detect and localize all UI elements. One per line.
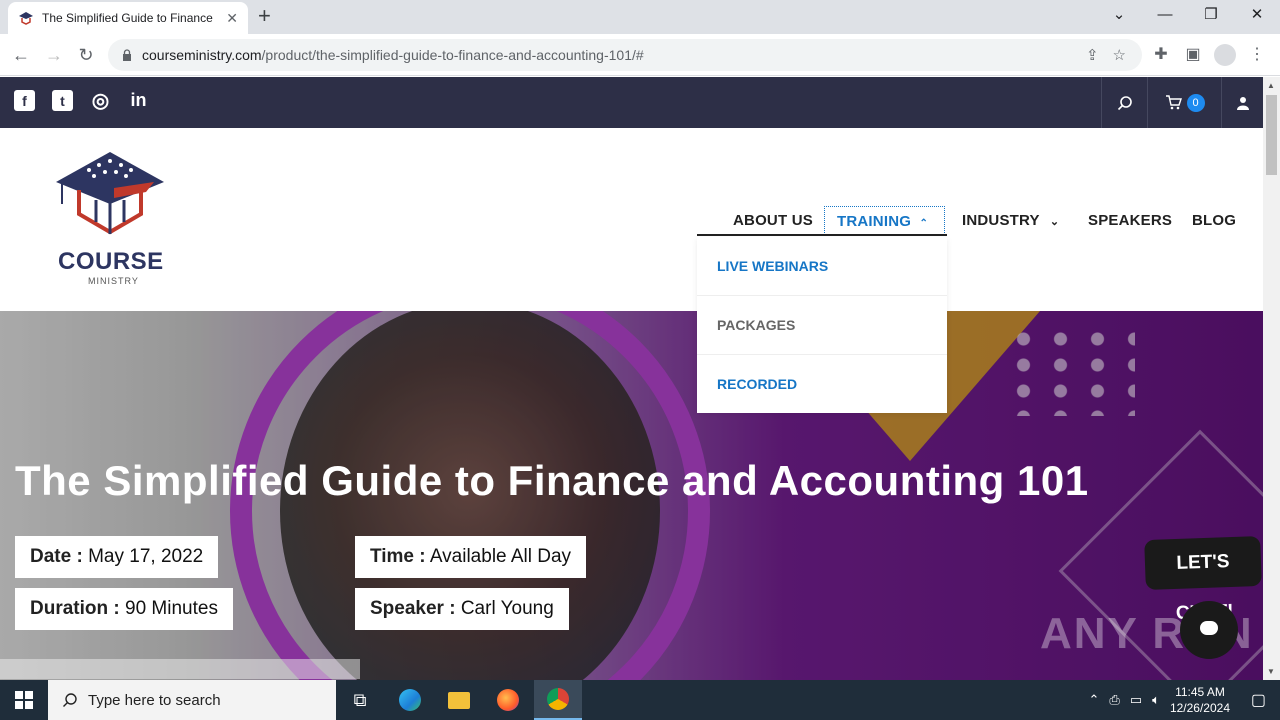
volume-icon[interactable]: 🔈︎	[1152, 692, 1160, 708]
minimize-button[interactable]: —	[1142, 0, 1188, 34]
restore-button[interactable]: ❐	[1188, 0, 1234, 34]
duration-chip: Duration : 90 Minutes	[15, 588, 233, 630]
site-favicon-icon	[19, 12, 33, 25]
display-icon[interactable]: ▭	[1130, 692, 1142, 708]
share-icon[interactable]: ⇪	[1086, 46, 1099, 64]
cart-button[interactable]: 0	[1147, 77, 1221, 128]
clock-date: 12/26/2024	[1169, 701, 1230, 715]
nav-training[interactable]: TRAINING ⌃	[824, 206, 945, 235]
site-top-bar: f t ◎ in 0	[0, 77, 1263, 128]
forward-button[interactable]: →	[41, 42, 67, 68]
reload-button[interactable]: ↻	[73, 42, 99, 68]
chrome-icon[interactable]	[534, 680, 582, 720]
chevron-down-icon: ⌄	[1049, 216, 1060, 228]
course-ministry-logo[interactable]	[54, 152, 166, 247]
url-host: courseministry.com	[142, 47, 262, 63]
nav-training-label: TRAINING	[837, 213, 912, 230]
firefox-icon[interactable]	[484, 680, 532, 720]
dropdown-top-border	[697, 234, 947, 236]
extensions-icon[interactable]: ✚	[1150, 42, 1172, 75]
scroll-up-icon[interactable]: ▲	[1267, 81, 1275, 90]
nav-industry[interactable]: INDUSTRY ⌄	[962, 206, 1059, 235]
page-scrollbar[interactable]: ▲ ▼	[1263, 77, 1280, 680]
start-button[interactable]	[0, 680, 48, 720]
account-icon[interactable]	[1221, 77, 1263, 128]
speaker-chip: Speaker : Carl Young	[355, 588, 569, 630]
date-chip: Date : May 17, 2022	[15, 536, 219, 578]
date-label: Date :	[30, 546, 83, 567]
lets-chat-bubble[interactable]: LET'S CHAT!	[1144, 535, 1262, 624]
tray-chevron-icon[interactable]: ⌃	[1089, 692, 1100, 708]
chat-launcher-button[interactable]	[1180, 601, 1238, 659]
new-tab-button[interactable]: +	[258, 5, 271, 27]
cart-icon	[1165, 95, 1182, 110]
url-path: /product/the-simplified-guide-to-finance…	[261, 47, 644, 63]
browser-tab-bar: The Simplified Guide to Finance ✕ + ⌄ — …	[0, 0, 1280, 34]
site-search-icon[interactable]	[1101, 77, 1147, 128]
training-dropdown: LIVE WEBINARS PACKAGES RECORDED	[697, 237, 947, 413]
windows-logo-icon	[15, 691, 33, 709]
date-value: May 17, 2022	[88, 546, 204, 567]
link-status-bar	[0, 659, 360, 679]
nav-about-us[interactable]: ABOUT US	[733, 206, 813, 235]
file-explorer-icon[interactable]	[435, 680, 483, 720]
dropdown-recorded[interactable]: RECORDED	[697, 355, 947, 414]
duration-value: 90 Minutes	[125, 598, 218, 619]
taskbar-search[interactable]: Type here to search	[48, 680, 336, 720]
tab-search-icon[interactable]: ⌄	[1096, 0, 1142, 34]
scrollbar-thumb[interactable]	[1266, 95, 1277, 175]
logo-text: COURSE	[58, 248, 164, 275]
windows-taskbar: Type here to search ⧉ ⌃ ⎙ ▭ 🔈︎ 11:45 AM …	[0, 680, 1280, 720]
browser-tab[interactable]: The Simplified Guide to Finance ✕	[8, 2, 248, 34]
clock-time: 11:45 AM	[1175, 685, 1225, 699]
nav-blog[interactable]: BLOG	[1192, 206, 1236, 235]
speaker-value: Carl Young	[460, 598, 554, 619]
back-button[interactable]: ←	[8, 42, 34, 68]
nav-speakers[interactable]: SPEAKERS	[1088, 206, 1172, 235]
social-links: f t ◎ in	[14, 90, 149, 112]
address-bar[interactable]: courseministry.com/product/the-simplifie…	[108, 39, 1142, 71]
side-panel-icon[interactable]: ▣	[1182, 42, 1204, 75]
scroll-down-icon[interactable]: ▼	[1267, 667, 1275, 676]
logo-subtext: MINISTRY	[88, 276, 139, 286]
cart-count-badge: 0	[1186, 93, 1205, 112]
speaker-label: Speaker :	[370, 598, 456, 619]
edge-icon[interactable]	[386, 680, 434, 720]
browser-toolbar: ← → ↻ courseministry.com/product/the-sim…	[0, 34, 1280, 76]
profile-avatar-icon[interactable]	[1214, 42, 1236, 75]
duration-label: Duration :	[30, 598, 120, 619]
lock-icon	[123, 49, 131, 61]
tab-title: The Simplified Guide to Finance	[42, 11, 213, 25]
instagram-icon[interactable]: ◎	[90, 90, 111, 112]
nav-industry-label: INDUSTRY	[962, 212, 1040, 229]
close-window-button[interactable]: ✕	[1234, 0, 1280, 34]
menu-kebab-icon[interactable]: ⋮	[1246, 42, 1268, 75]
linkedin-icon[interactable]: in	[128, 90, 149, 111]
hero-banner: The Simplified Guide to Finance and Acco…	[0, 311, 1263, 680]
system-tray: ⌃ ⎙ ▭ 🔈︎ 11:45 AM 12/26/2024	[1089, 680, 1230, 720]
dropdown-live-webinars[interactable]: LIVE WEBINARS	[697, 237, 947, 296]
dropdown-packages[interactable]: PACKAGES	[697, 296, 947, 355]
facebook-icon[interactable]: f	[14, 90, 35, 111]
time-label: Time :	[370, 546, 426, 567]
search-icon	[63, 693, 77, 707]
task-view-icon[interactable]: ⧉	[336, 680, 384, 720]
time-value: Available All Day	[429, 546, 572, 567]
notification-icon[interactable]: ▢	[1251, 690, 1266, 710]
network-icon[interactable]: ⎙	[1109, 692, 1119, 708]
course-title: The Simplified Guide to Finance and Acco…	[15, 457, 1089, 504]
window-controls: ⌄ — ❐ ✕	[1096, 0, 1280, 34]
twitter-icon[interactable]: t	[52, 90, 73, 111]
taskbar-clock[interactable]: 11:45 AM 12/26/2024	[1170, 684, 1230, 716]
time-chip: Time : Available All Day	[355, 536, 587, 578]
site-header: COURSE MINISTRY ABOUT US TRAINING ⌃ INDU…	[0, 128, 1263, 311]
chevron-up-icon: ⌃	[919, 218, 929, 229]
bookmark-star-icon[interactable]: ☆	[1113, 46, 1126, 64]
tab-close-icon[interactable]: ✕	[226, 10, 238, 27]
taskbar-search-placeholder: Type here to search	[88, 691, 221, 709]
